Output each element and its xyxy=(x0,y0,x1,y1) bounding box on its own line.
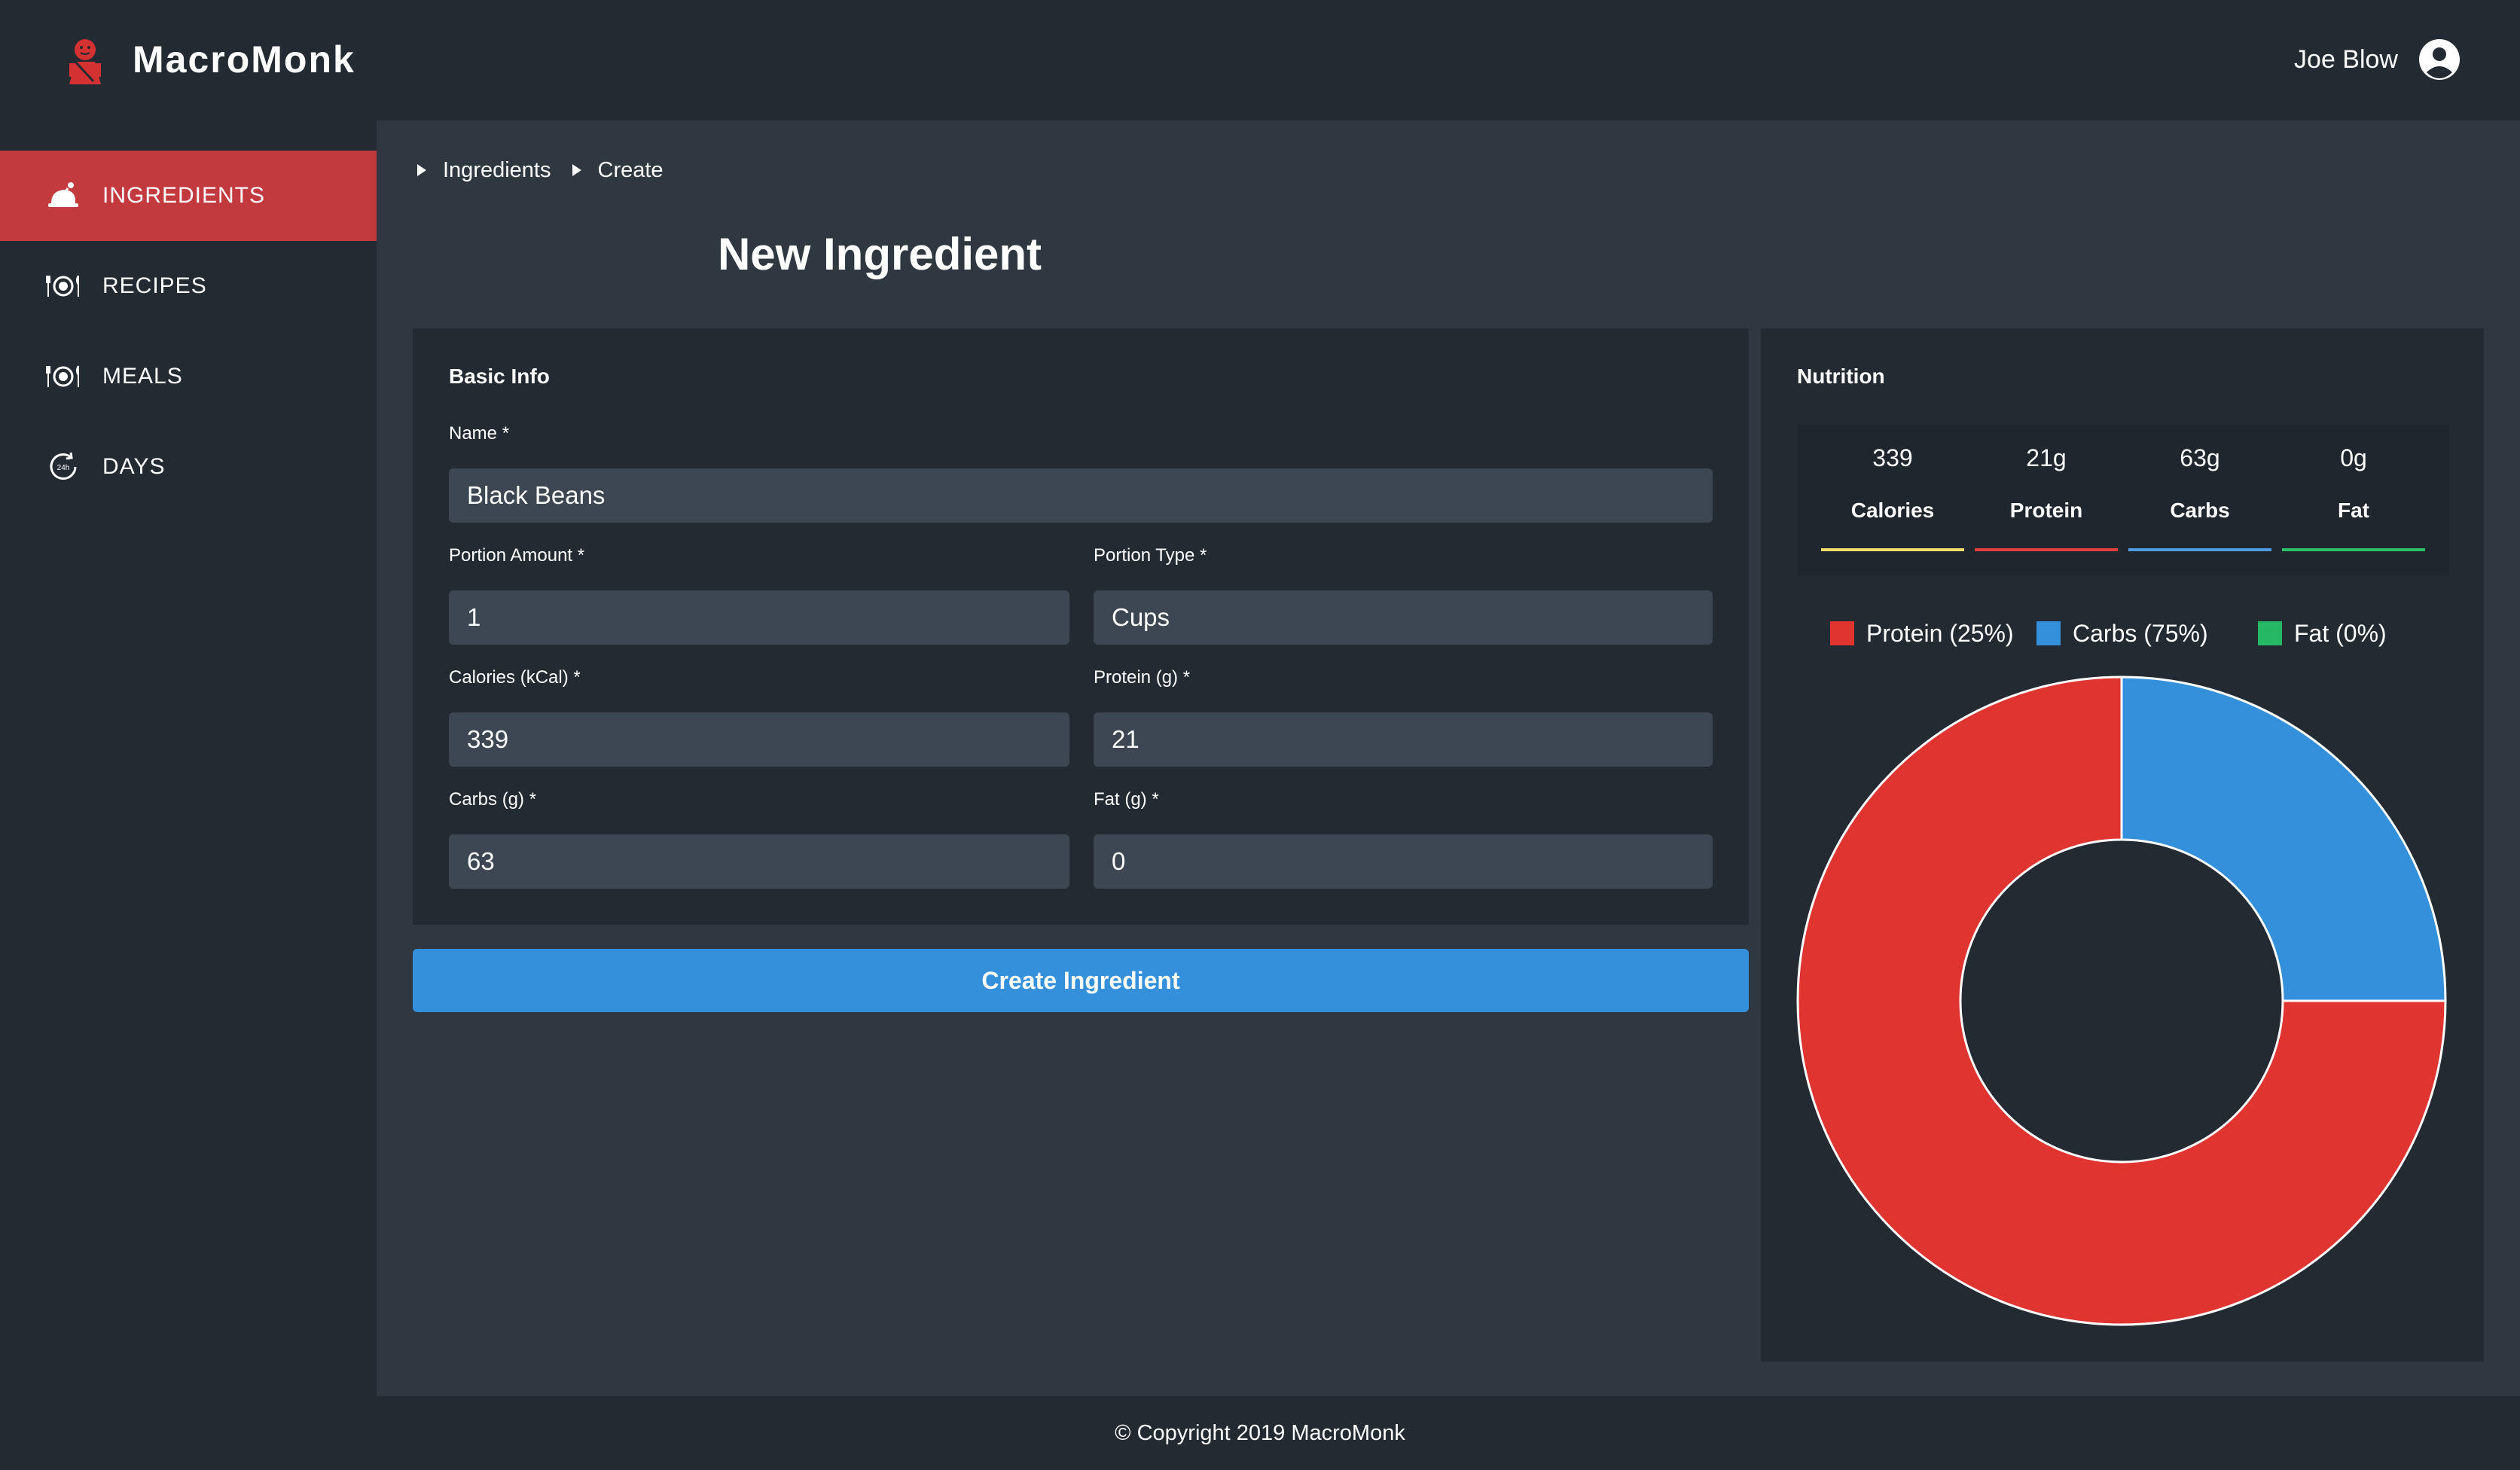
legend-swatch xyxy=(2258,621,2282,645)
protein-field[interactable] xyxy=(1094,712,1713,767)
user-name[interactable]: Joe Blow xyxy=(2294,42,2398,77)
legend-label: Fat (0%) xyxy=(2294,619,2387,647)
footer: © Copyright 2019 MacroMonk xyxy=(0,1396,2520,1470)
sidebar-item-days[interactable]: 24h DAYS xyxy=(0,422,377,512)
stat-value: 0g xyxy=(2340,444,2367,471)
top-bar: MacroMonk Joe Blow xyxy=(0,0,2520,120)
sidebar: INGREDIENTS RECIPES MEALS 24h DAYS xyxy=(0,120,377,1396)
legend-item-protein[interactable]: Protein (25%) xyxy=(1830,615,2014,652)
plate-cutlery-icon xyxy=(46,275,79,297)
portion-amount-label: Portion Amount * xyxy=(449,545,585,566)
carbs-field[interactable] xyxy=(449,834,1069,889)
portion-type-label: Portion Type * xyxy=(1094,545,1207,566)
stat-fat: 0g Fat xyxy=(2282,425,2425,575)
breadcrumb: Ingredients Create xyxy=(417,155,685,185)
stat-underline xyxy=(1821,548,1964,551)
stat-underline xyxy=(1975,548,2118,551)
stat-carbs: 63g Carbs xyxy=(2128,425,2271,575)
plate-cutlery-icon xyxy=(46,365,79,387)
legend-item-fat[interactable]: Fat (0%) xyxy=(2258,615,2387,652)
stat-value: 339 xyxy=(1872,444,1913,471)
svg-text:24h: 24h xyxy=(57,464,70,472)
protein-label: Protein (g) * xyxy=(1094,667,1191,688)
stat-label: Carbs xyxy=(2170,499,2230,522)
sidebar-item-label: INGREDIENTS xyxy=(102,183,266,208)
fat-field[interactable] xyxy=(1094,834,1713,889)
create-ingredient-button[interactable]: Create Ingredient xyxy=(413,949,1749,1012)
brand-name[interactable]: MacroMonk xyxy=(133,35,355,84)
stat-underline xyxy=(2282,548,2425,551)
portion-type-field[interactable] xyxy=(1094,590,1713,645)
copyright-text: © Copyright 2019 MacroMonk xyxy=(1115,1421,1405,1445)
breadcrumb-ingredients[interactable]: Ingredients xyxy=(443,158,551,183)
sidebar-item-label: DAYS xyxy=(102,454,166,479)
stat-label: Calories xyxy=(1850,499,1935,522)
basic-info-title: Basic Info xyxy=(449,364,550,388)
breadcrumb-create: Create xyxy=(597,157,664,182)
nutrition-title: Nutrition xyxy=(1797,364,1885,388)
name-field[interactable] xyxy=(449,468,1713,523)
sidebar-item-label: MEALS xyxy=(102,364,183,389)
nutrition-stats: 339 Calories 21g Protein 63g Carbs 0g Fa… xyxy=(1797,425,2449,575)
legend-swatch xyxy=(1830,621,1854,645)
legend-item-carbs[interactable]: Carbs (75%) xyxy=(2036,615,2208,652)
stat-value: 63g xyxy=(2180,444,2220,471)
stat-protein: 21g Protein xyxy=(1975,425,2118,575)
sidebar-item-label: RECIPES xyxy=(102,273,207,298)
name-label: Name * xyxy=(449,423,510,444)
monk-logo-icon[interactable] xyxy=(59,35,111,87)
sidebar-item-meals[interactable]: MEALS xyxy=(0,331,377,422)
basic-info-panel: Basic Info Name * Portion Amount * Porti… xyxy=(413,328,1749,925)
stat-label: Protein xyxy=(2009,499,2083,522)
calories-field[interactable] xyxy=(449,712,1069,767)
page-title-text: New Ingredient xyxy=(717,229,1042,279)
stat-underline xyxy=(2128,548,2271,551)
sidebar-item-ingredients[interactable]: INGREDIENTS xyxy=(0,151,377,241)
caret-right-icon xyxy=(572,164,581,176)
24h-clock-icon: 24h xyxy=(50,452,77,480)
macro-donut-chart[interactable] xyxy=(1795,675,2448,1327)
carbs-label: Carbs (g) * xyxy=(449,789,537,810)
caret-right-icon xyxy=(417,164,426,176)
legend-label: Carbs (75%) xyxy=(2073,619,2208,647)
user-circle-icon[interactable] xyxy=(2418,38,2461,81)
stat-calories: 339 Calories xyxy=(1821,425,1964,575)
portion-amount-field[interactable] xyxy=(449,590,1069,645)
legend-swatch xyxy=(2036,621,2061,645)
chicken-icon xyxy=(48,182,78,207)
stat-value: 21g xyxy=(2026,444,2067,471)
donut-slice-carbs[interactable] xyxy=(2120,676,2447,1002)
sidebar-item-recipes[interactable]: RECIPES xyxy=(0,241,377,331)
legend-label: Protein (25%) xyxy=(1866,619,2014,647)
page-title: New Ingredient xyxy=(377,224,2143,285)
fat-label: Fat (g) * xyxy=(1094,789,1159,810)
nutrition-panel: Nutrition 339 Calories 21g Protein 63g C… xyxy=(1761,328,2484,1362)
calories-label: Calories (kCal) * xyxy=(449,667,581,688)
stat-label: Fat xyxy=(2338,499,2369,522)
chart-legend: Protein (25%) Carbs (75%) Fat (0%) xyxy=(1761,615,2484,652)
